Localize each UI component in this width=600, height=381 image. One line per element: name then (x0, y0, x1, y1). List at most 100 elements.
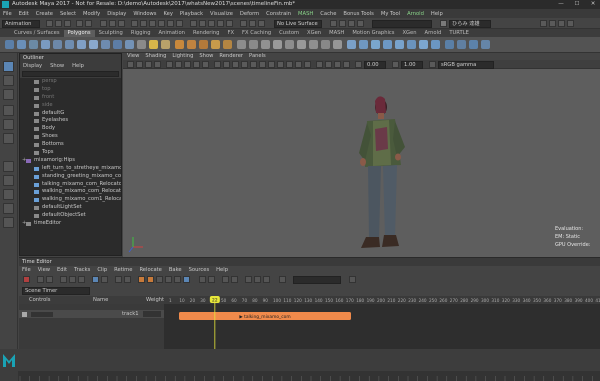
outliner-menu-display[interactable]: Display (23, 62, 42, 70)
outliner-item[interactable]: talking_mixamo_com_Relocator (20, 181, 121, 189)
tab-fx-caching[interactable]: FX Caching (238, 30, 275, 37)
hypershade-icon[interactable] (357, 19, 364, 27)
poly-prism-icon[interactable] (113, 40, 122, 49)
te-menu-clip[interactable]: Clip (97, 266, 107, 274)
toggle-channel-box-icon[interactable] (549, 19, 556, 27)
ambient-occlusion-icon[interactable] (277, 61, 284, 68)
uv-editor-icon[interactable] (347, 40, 356, 49)
history-icon[interactable] (240, 19, 247, 27)
platonic-solid-icon[interactable] (89, 40, 98, 49)
track-row[interactable]: track1 (19, 310, 164, 318)
tab-mash[interactable]: MASH (325, 30, 348, 37)
poly-cylinder-icon[interactable] (29, 40, 38, 49)
smooth-shade-icon[interactable] (223, 61, 230, 68)
te-menu-tracks[interactable]: Tracks (74, 266, 90, 274)
source-icon[interactable] (245, 276, 252, 283)
uv-planar-icon[interactable] (359, 40, 368, 49)
menu-cache[interactable]: Cache (320, 11, 336, 17)
tab-rigging[interactable]: Rigging (127, 30, 155, 37)
poly-text-icon[interactable] (149, 40, 158, 49)
source-icon[interactable] (254, 276, 261, 283)
menu-modify[interactable]: Modify (83, 11, 100, 17)
trim-mode-icon[interactable] (101, 276, 108, 283)
multi-cut-icon[interactable] (297, 40, 306, 49)
xray-joints-icon[interactable] (334, 61, 341, 68)
poly-cube-icon[interactable] (17, 40, 26, 49)
outliner-item[interactable]: Body (20, 125, 121, 133)
track-weight-field[interactable] (143, 311, 161, 317)
color-management-icon[interactable] (429, 61, 436, 68)
live-surface-field[interactable]: No Live Surface (274, 19, 322, 28)
select-component-icon[interactable] (118, 19, 125, 27)
view-transform-dropdown[interactable]: sRGB gamma (438, 60, 494, 69)
menu-edit[interactable]: Edit (19, 11, 29, 17)
outliner-item[interactable]: front (20, 94, 121, 102)
outliner-item[interactable]: + mixamorig:Hips (20, 157, 121, 165)
uv-layout-icon[interactable] (431, 40, 440, 49)
viewport-menu-panels[interactable]: Panels (249, 53, 266, 60)
mirror-icon[interactable] (223, 40, 232, 49)
outliner-item[interactable]: Eyelashes (20, 117, 121, 125)
soft-edge-icon[interactable] (445, 40, 454, 49)
connect-icon[interactable] (321, 40, 330, 49)
toggle-attribute-editor-icon[interactable] (540, 19, 547, 27)
graph-editor-icon[interactable] (222, 276, 229, 283)
menu-file[interactable]: File (3, 11, 12, 17)
anti-aliasing-icon[interactable] (295, 61, 302, 68)
menu-my-tool[interactable]: My Tool (381, 11, 400, 17)
target-weld-icon[interactable] (309, 40, 318, 49)
bridge-icon[interactable] (249, 40, 258, 49)
frame-all-icon[interactable] (60, 276, 67, 283)
mask-icon[interactable] (176, 19, 183, 27)
options-icon[interactable] (349, 276, 356, 283)
menu-bonus-tools[interactable]: Bonus Tools (343, 11, 373, 17)
uv-spherical-icon[interactable] (395, 40, 404, 49)
track-controls[interactable] (31, 311, 53, 317)
track-mute-icon[interactable] (22, 311, 27, 317)
uv-camera-icon[interactable] (407, 40, 416, 49)
reverse-normals-icon[interactable] (481, 40, 490, 49)
split-icon[interactable] (156, 276, 163, 283)
tab-xgen-2[interactable]: XGen (398, 30, 420, 37)
single-view-icon[interactable] (3, 161, 14, 172)
outliner-item[interactable]: side (20, 102, 121, 110)
tab-xgen[interactable]: XGen (303, 30, 325, 37)
gamma-icon[interactable] (392, 61, 399, 68)
tab-fx[interactable]: FX (223, 30, 238, 37)
xray-icon[interactable] (325, 61, 332, 68)
quad-draw-icon[interactable] (333, 40, 342, 49)
smooth-icon[interactable] (199, 40, 208, 49)
select-tool-icon[interactable] (3, 61, 14, 72)
outliner-menu-help[interactable]: Help (72, 62, 84, 70)
te-menu-bake[interactable]: Bake (169, 266, 182, 274)
source-icon[interactable] (263, 276, 270, 283)
mask-icon[interactable] (149, 19, 156, 27)
poly-torus-icon[interactable] (53, 40, 62, 49)
tab-rendering[interactable]: Rendering (189, 30, 224, 37)
extrude-icon[interactable] (237, 40, 246, 49)
snap-grid-icon[interactable] (190, 19, 197, 27)
select-hierarchy-icon[interactable] (100, 19, 107, 27)
merge-icon[interactable] (165, 276, 172, 283)
uv-cylindrical-icon[interactable] (383, 40, 392, 49)
bevel-icon[interactable] (261, 40, 270, 49)
image-plane-icon[interactable] (154, 61, 161, 68)
tab-polygons[interactable]: Polygons (63, 30, 95, 37)
tab-curves-surfaces[interactable]: Curves / Surfaces (10, 30, 64, 37)
outliner-search-input[interactable] (22, 71, 119, 77)
time-slider-track[interactable] (18, 371, 600, 381)
snap-view-icon[interactable] (217, 19, 224, 27)
xray-components-icon[interactable] (343, 61, 350, 68)
use-lights-icon[interactable] (259, 61, 266, 68)
redo-icon[interactable] (85, 19, 92, 27)
outliner-item[interactable]: walking_mixamo_com_Relocator (20, 188, 121, 196)
poly-pyramid-icon[interactable] (101, 40, 110, 49)
wireframe-on-shaded-icon[interactable] (241, 61, 248, 68)
move-tool-icon[interactable] (3, 105, 14, 116)
render-settings-icon[interactable] (348, 19, 355, 27)
gate-mask-icon[interactable] (193, 61, 200, 68)
menu-constrain[interactable]: Constrain (266, 11, 291, 17)
outliner-item[interactable]: walking_mixamo_com1_Relocator1 (20, 196, 121, 204)
film-gate-icon[interactable] (175, 61, 182, 68)
hold-icon[interactable] (147, 276, 154, 283)
